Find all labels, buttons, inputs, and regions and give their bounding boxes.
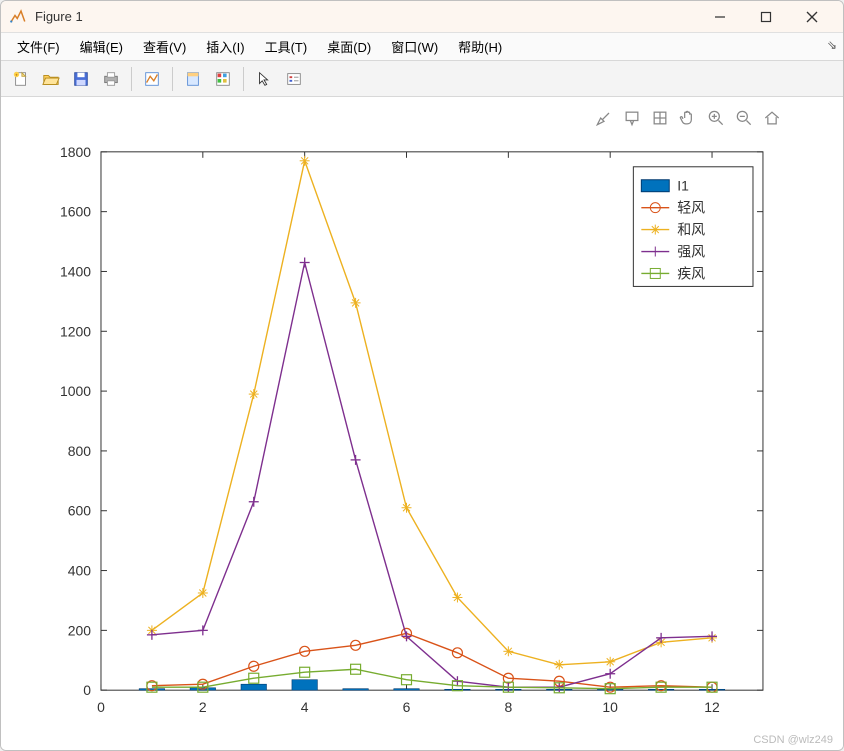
legend-label: I1: [677, 178, 689, 194]
svg-text:12: 12: [704, 699, 720, 715]
legend-label: 强风: [677, 244, 705, 260]
menu-window[interactable]: 窗口(W): [381, 34, 448, 59]
svg-text:4: 4: [301, 699, 309, 715]
svg-text:1600: 1600: [60, 204, 91, 220]
bar: [241, 684, 266, 690]
svg-text:200: 200: [68, 622, 92, 638]
legend-label: 疾风: [677, 265, 705, 281]
svg-text:8: 8: [504, 699, 512, 715]
colorbar-button[interactable]: [209, 65, 237, 93]
menubar: 文件(F) 编辑(E) 查看(V) 插入(I) 工具(T) 桌面(D) 窗口(W…: [1, 33, 843, 61]
svg-text:0: 0: [97, 699, 105, 715]
svg-text:1400: 1400: [60, 263, 91, 279]
menu-view[interactable]: 查看(V): [133, 34, 196, 59]
link-button[interactable]: [138, 65, 166, 93]
menu-file[interactable]: 文件(F): [7, 34, 70, 59]
bar: [699, 689, 724, 690]
bar: [445, 689, 470, 690]
save-button[interactable]: [67, 65, 95, 93]
menu-tools[interactable]: 工具(T): [255, 34, 318, 59]
close-button[interactable]: [789, 1, 835, 33]
svg-text:2: 2: [199, 699, 207, 715]
bar: [597, 689, 622, 690]
bar: [394, 689, 419, 690]
svg-text:✦: ✦: [15, 72, 19, 77]
watermark: CSDN @wlz249: [753, 734, 833, 746]
bar: [343, 689, 368, 690]
titlebar: Figure 1: [1, 1, 843, 33]
toolbar: ✦: [1, 61, 843, 97]
open-button[interactable]: [37, 65, 65, 93]
menu-help[interactable]: 帮助(H): [448, 34, 512, 59]
new-figure-button[interactable]: ✦: [7, 65, 35, 93]
figure-area: 0 2 4 6 8 10 12 0 200 400 600 800 1000 1200 1400 1600 18…: [1, 97, 843, 750]
svg-text:6: 6: [403, 699, 411, 715]
svg-text:10: 10: [602, 699, 618, 715]
svg-text:0: 0: [83, 682, 91, 698]
figure-window: Figure 1 文件(F) 编辑(E) 查看(V) 插入(I) 工具(T) 桌…: [0, 0, 844, 751]
maximize-button[interactable]: [743, 1, 789, 33]
svg-text:600: 600: [68, 503, 92, 519]
print-button[interactable]: [97, 65, 125, 93]
window-title: Figure 1: [35, 9, 83, 24]
legend-label: 轻风: [677, 200, 705, 216]
legend-button[interactable]: [280, 65, 308, 93]
minimize-button[interactable]: [697, 1, 743, 33]
axes[interactable]: 0 2 4 6 8 10 12 0 200 400 600 800 1000 1200 1400 1600 18…: [1, 97, 843, 750]
menu-overflow-icon[interactable]: ⇘: [827, 38, 837, 52]
edit-plot-button[interactable]: [179, 65, 207, 93]
legend-label: 和风: [677, 222, 705, 238]
svg-text:1800: 1800: [60, 144, 91, 160]
bar: [648, 689, 673, 690]
pointer-button[interactable]: [250, 65, 278, 93]
svg-text:400: 400: [68, 563, 92, 579]
svg-text:1000: 1000: [60, 383, 91, 399]
bar: [139, 689, 164, 690]
menu-desktop[interactable]: 桌面(D): [317, 34, 381, 59]
svg-text:1200: 1200: [60, 323, 91, 339]
legend[interactable]: I1 轻风和风强风疾风: [633, 167, 753, 287]
menu-insert[interactable]: 插入(I): [196, 34, 254, 59]
bar: [292, 680, 317, 690]
matlab-icon: [9, 8, 27, 26]
menu-edit[interactable]: 编辑(E): [70, 34, 133, 59]
svg-text:800: 800: [68, 443, 92, 459]
